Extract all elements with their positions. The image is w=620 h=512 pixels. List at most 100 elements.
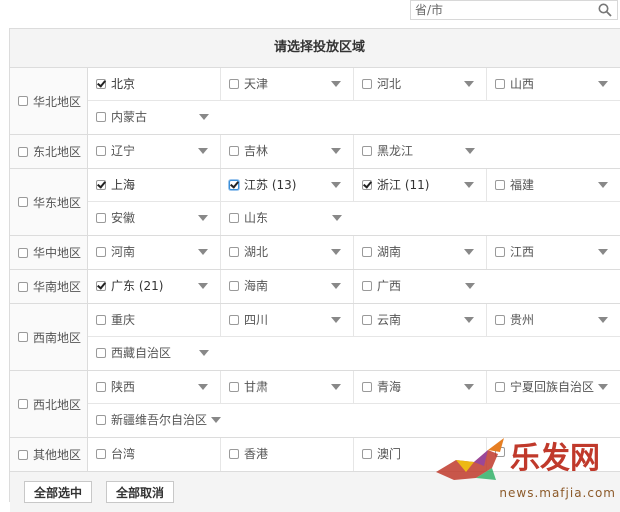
province-checkbox[interactable] <box>362 146 372 156</box>
province-cell[interactable]: 天津 <box>221 68 354 100</box>
province-checkbox[interactable] <box>96 315 106 325</box>
province-cell[interactable]: 香港 <box>221 438 354 471</box>
province-checkbox[interactable] <box>96 281 106 291</box>
province-cell[interactable]: 新疆维吾尔自治区 <box>88 404 348 437</box>
province-checkbox[interactable] <box>362 315 372 325</box>
province-checkbox[interactable] <box>362 449 372 459</box>
region-label[interactable]: 西南地区 <box>10 304 88 370</box>
dropdown-arrow-icon[interactable] <box>331 81 341 87</box>
province-checkbox[interactable] <box>229 281 239 291</box>
province-checkbox[interactable] <box>96 79 106 89</box>
province-checkbox[interactable] <box>495 315 505 325</box>
province-cell[interactable]: 吉林 <box>221 135 354 168</box>
dropdown-arrow-icon[interactable] <box>464 182 474 188</box>
dropdown-arrow-icon[interactable] <box>198 148 208 154</box>
region-checkbox[interactable] <box>18 332 28 342</box>
province-cell[interactable]: 广东 (21) <box>88 270 221 303</box>
province-cell[interactable]: 青海 <box>354 371 487 403</box>
dropdown-arrow-icon[interactable] <box>465 283 475 289</box>
province-checkbox[interactable] <box>362 382 372 392</box>
region-checkbox[interactable] <box>18 399 28 409</box>
dropdown-arrow-icon[interactable] <box>464 249 474 255</box>
province-cell[interactable]: 宁夏回族自治区 <box>487 371 620 403</box>
province-cell[interactable]: 陕西 <box>88 371 221 403</box>
dropdown-arrow-icon[interactable] <box>331 148 341 154</box>
province-cell[interactable]: 山东 <box>221 202 354 235</box>
province-cell[interactable]: 北京 <box>88 68 221 100</box>
dropdown-arrow-icon[interactable] <box>198 283 208 289</box>
province-cell[interactable]: 重庆 <box>88 304 221 336</box>
select-all-button[interactable]: 全部选中 <box>24 481 93 503</box>
region-checkbox[interactable] <box>18 146 28 157</box>
dropdown-arrow-icon[interactable] <box>198 384 208 390</box>
province-checkbox[interactable] <box>229 382 239 392</box>
region-label[interactable]: 其他地区 <box>10 438 88 471</box>
search-icon[interactable] <box>598 3 612 17</box>
province-cell[interactable]: 甘肃 <box>221 371 354 403</box>
region-label[interactable]: 西北地区 <box>10 371 88 437</box>
province-cell[interactable]: 浙江 (11) <box>354 169 487 201</box>
province-cell[interactable]: 黑龙江 <box>354 135 487 168</box>
dropdown-arrow-icon[interactable] <box>465 148 475 154</box>
province-checkbox[interactable] <box>96 112 106 122</box>
province-cell[interactable]: 四川 <box>221 304 354 336</box>
dropdown-arrow-icon[interactable] <box>198 249 208 255</box>
region-checkbox[interactable] <box>18 281 28 292</box>
dropdown-arrow-icon[interactable] <box>199 350 209 356</box>
province-checkbox[interactable] <box>96 348 106 358</box>
province-cell[interactable]: 河北 <box>354 68 487 100</box>
province-checkbox[interactable] <box>96 146 106 156</box>
dropdown-arrow-icon[interactable] <box>464 317 474 323</box>
region-label[interactable]: 华东地区 <box>10 169 88 235</box>
region-checkbox[interactable] <box>18 449 28 460</box>
region-label[interactable]: 华中地区 <box>10 236 88 269</box>
province-checkbox[interactable] <box>495 79 505 89</box>
search-input[interactable] <box>415 1 590 19</box>
dropdown-arrow-icon[interactable] <box>331 249 341 255</box>
region-label[interactable]: 华南地区 <box>10 270 88 303</box>
province-cell[interactable]: 云南 <box>354 304 487 336</box>
province-checkbox[interactable] <box>96 382 106 392</box>
province-checkbox[interactable] <box>96 449 106 459</box>
province-cell[interactable]: 安徽 <box>88 202 221 235</box>
province-checkbox[interactable] <box>362 281 372 291</box>
province-cell[interactable]: 海南 <box>221 270 354 303</box>
region-label[interactable]: 东北地区 <box>10 135 88 168</box>
dropdown-arrow-icon[interactable] <box>331 317 341 323</box>
province-checkbox[interactable] <box>229 247 239 257</box>
dropdown-arrow-icon[interactable] <box>332 215 342 221</box>
dropdown-arrow-icon[interactable] <box>198 215 208 221</box>
dropdown-arrow-icon[interactable] <box>464 81 474 87</box>
province-cell[interactable]: 山西 <box>487 68 620 100</box>
dropdown-arrow-icon[interactable] <box>598 317 608 323</box>
province-cell[interactable]: 湖北 <box>221 236 354 269</box>
province-checkbox[interactable] <box>362 79 372 89</box>
province-checkbox[interactable] <box>96 180 106 190</box>
province-cell[interactable]: 上海 <box>88 169 221 201</box>
province-cell[interactable]: 湖南 <box>354 236 487 269</box>
dropdown-arrow-icon[interactable] <box>598 81 608 87</box>
province-checkbox[interactable] <box>362 180 372 190</box>
dropdown-arrow-icon[interactable] <box>464 384 474 390</box>
province-cell[interactable]: 台湾 <box>88 438 221 471</box>
dropdown-arrow-icon[interactable] <box>598 249 608 255</box>
dropdown-arrow-icon[interactable] <box>211 417 222 423</box>
dropdown-arrow-icon[interactable] <box>331 182 341 188</box>
province-checkbox[interactable] <box>495 180 505 190</box>
province-checkbox[interactable] <box>96 415 106 425</box>
province-checkbox[interactable] <box>495 247 505 257</box>
dropdown-arrow-icon[interactable] <box>331 283 341 289</box>
province-checkbox[interactable] <box>229 146 239 156</box>
deselect-all-button[interactable]: 全部取消 <box>106 481 175 503</box>
dropdown-arrow-icon[interactable] <box>598 384 608 390</box>
province-checkbox[interactable] <box>229 213 239 223</box>
region-checkbox[interactable] <box>18 197 28 207</box>
province-cell[interactable]: 江苏 (13) <box>221 169 354 201</box>
province-checkbox[interactable] <box>229 79 239 89</box>
province-checkbox[interactable] <box>229 449 239 459</box>
province-cell[interactable]: 江西 <box>487 236 620 269</box>
province-cell[interactable]: 广西 <box>354 270 487 303</box>
dropdown-arrow-icon[interactable] <box>598 182 608 188</box>
province-cell[interactable]: 辽宁 <box>88 135 221 168</box>
region-checkbox[interactable] <box>18 96 28 106</box>
